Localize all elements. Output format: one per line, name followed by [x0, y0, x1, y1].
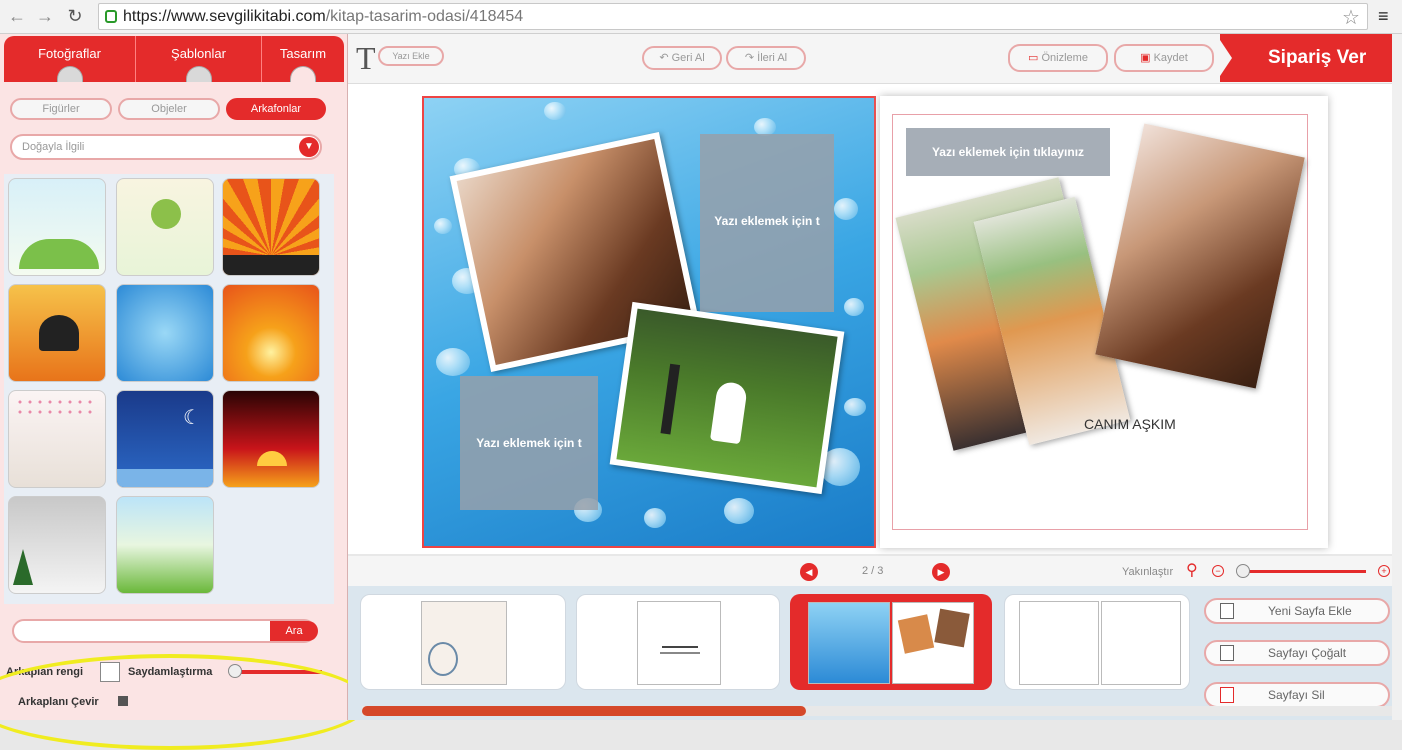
- address-bar[interactable]: https://www.sevgilikitabi.com/kitap-tasa…: [98, 3, 1368, 30]
- background-thumbnail[interactable]: [8, 178, 106, 276]
- save-button[interactable]: ▣ Kaydet: [1114, 44, 1214, 72]
- background-thumbnail[interactable]: ☾: [116, 390, 214, 488]
- zoom-in-icon[interactable]: +: [1378, 565, 1390, 577]
- highlight-ellipse: [0, 654, 370, 750]
- sub-tabs: Figürler Objeler Arkafonlar: [4, 90, 344, 130]
- prev-page-icon[interactable]: ◀: [800, 563, 818, 581]
- left-panel: Fotoğraflar Şablonlar Tasarım Figürler O…: [0, 34, 370, 750]
- redo-button[interactable]: ↷ İleri Al: [726, 46, 806, 70]
- page-icon: [1220, 603, 1234, 619]
- mini-page: [1019, 601, 1099, 685]
- tab-knob: [56, 66, 83, 82]
- page-thumbnail[interactable]: [1004, 594, 1190, 690]
- redo-icon: ↷: [744, 52, 758, 64]
- moon-icon: ☾: [183, 407, 201, 429]
- tab-knob: [185, 66, 212, 82]
- mini-page: [637, 601, 721, 685]
- background-thumbnail[interactable]: [8, 496, 106, 594]
- forward-icon[interactable]: →: [34, 5, 56, 27]
- reload-icon[interactable]: ↻: [64, 5, 86, 27]
- tab-photos[interactable]: Fotoğraflar: [4, 36, 136, 82]
- delete-icon: [1220, 687, 1234, 703]
- menu-icon[interactable]: ≡: [1378, 6, 1389, 27]
- zoom-label: Yakınlaştır: [1122, 566, 1174, 578]
- page-thumbnail-active[interactable]: [790, 594, 992, 690]
- mini-page: [421, 601, 507, 685]
- category-select[interactable]: Doğayla İlgili ▼: [10, 134, 322, 160]
- background-thumbnail[interactable]: [8, 284, 106, 382]
- page-strip: Yeni Sayfa Ekle Sayfayı Çoğalt Sayfayı S…: [348, 586, 1392, 720]
- background-thumbnail[interactable]: [222, 178, 320, 276]
- preview-button[interactable]: ▭ Önizleme: [1008, 44, 1108, 72]
- zoom-slider-handle[interactable]: [1236, 564, 1250, 578]
- zoom-out-icon[interactable]: −: [1212, 565, 1224, 577]
- background-thumbnail[interactable]: [116, 496, 214, 594]
- page-navigation: ◀ 2 / 3 ▶ Yakınlaştır ⚲ − +: [348, 556, 1392, 586]
- order-arrow-shape: [1216, 34, 1232, 82]
- save-icon: ▣: [1140, 52, 1154, 64]
- tab-templates[interactable]: Şablonlar: [136, 36, 262, 82]
- background-grid: ☾: [4, 174, 334, 604]
- mini-page: [1101, 601, 1181, 685]
- lock-icon: [105, 10, 117, 23]
- background-thumbnail[interactable]: [222, 284, 320, 382]
- add-text-button[interactable]: Yazı Ekle: [378, 46, 444, 66]
- subtab-objects[interactable]: Objeler: [118, 98, 220, 120]
- category-select-value: Doğayla İlgili: [22, 141, 85, 153]
- undo-icon: ↶: [659, 52, 672, 64]
- chevron-down-icon[interactable]: ▼: [299, 137, 319, 157]
- mini-page: [808, 602, 890, 684]
- duplicate-page-button[interactable]: Sayfayı Çoğalt: [1204, 640, 1390, 666]
- text-placeholder[interactable]: Yazı eklemek için t: [460, 376, 598, 510]
- add-page-button[interactable]: Yeni Sayfa Ekle: [1204, 598, 1390, 624]
- horizontal-scrollbar-thumb[interactable]: [362, 706, 806, 716]
- next-page-icon[interactable]: ▶: [932, 563, 950, 581]
- monitor-icon: ▭: [1028, 52, 1042, 64]
- left-page[interactable]: Yazı eklemek için t Yazı eklemek için t: [422, 96, 876, 548]
- page-thumbnail-cover[interactable]: [360, 594, 566, 690]
- zoom-slider[interactable]: [1244, 570, 1366, 573]
- right-page[interactable]: Yazı eklemek için tıklayınız CANIM AŞKIM: [880, 96, 1328, 548]
- page-thumbnail[interactable]: [576, 594, 780, 690]
- search-button[interactable]: Ara: [270, 621, 318, 641]
- background-thumbnail[interactable]: [116, 178, 214, 276]
- page-indicator: 2 / 3: [862, 565, 884, 577]
- back-icon[interactable]: ←: [6, 5, 28, 27]
- url-text: https://www.sevgilikitabi.com/kitap-tasa…: [123, 8, 524, 25]
- text-tool-icon[interactable]: T: [356, 40, 376, 77]
- undo-button[interactable]: ↶ Geri Al: [642, 46, 722, 70]
- tab-knob: [290, 66, 316, 82]
- bookmark-star-icon[interactable]: ☆: [1342, 5, 1360, 30]
- delete-page-button[interactable]: Sayfayı Sil: [1204, 682, 1390, 708]
- background-thumbnail[interactable]: [8, 390, 106, 488]
- tab-design[interactable]: Tasarım: [262, 36, 344, 82]
- vertical-scrollbar[interactable]: [1392, 34, 1402, 720]
- background-thumbnail[interactable]: [116, 284, 214, 382]
- caption-text[interactable]: CANIM AŞKIM: [1084, 416, 1176, 432]
- text-placeholder[interactable]: Yazı eklemek için t: [700, 134, 834, 312]
- zoom-search-icon[interactable]: ⚲: [1186, 560, 1198, 580]
- mini-page: [892, 602, 974, 684]
- subtab-figures[interactable]: Figürler: [10, 98, 112, 120]
- subtab-backgrounds[interactable]: Arkafonlar: [226, 98, 326, 120]
- order-button[interactable]: Sipariş Ver: [1220, 34, 1392, 82]
- copy-icon: [1220, 645, 1234, 661]
- background-thumbnail[interactable]: [222, 390, 320, 488]
- main-tabs: Fotoğraflar Şablonlar Tasarım: [4, 36, 344, 82]
- text-placeholder[interactable]: Yazı eklemek için tıklayınız: [906, 128, 1110, 176]
- browser-toolbar: ← → ↻ https://www.sevgilikitabi.com/kita…: [0, 0, 1402, 34]
- photo-couple[interactable]: [609, 301, 845, 495]
